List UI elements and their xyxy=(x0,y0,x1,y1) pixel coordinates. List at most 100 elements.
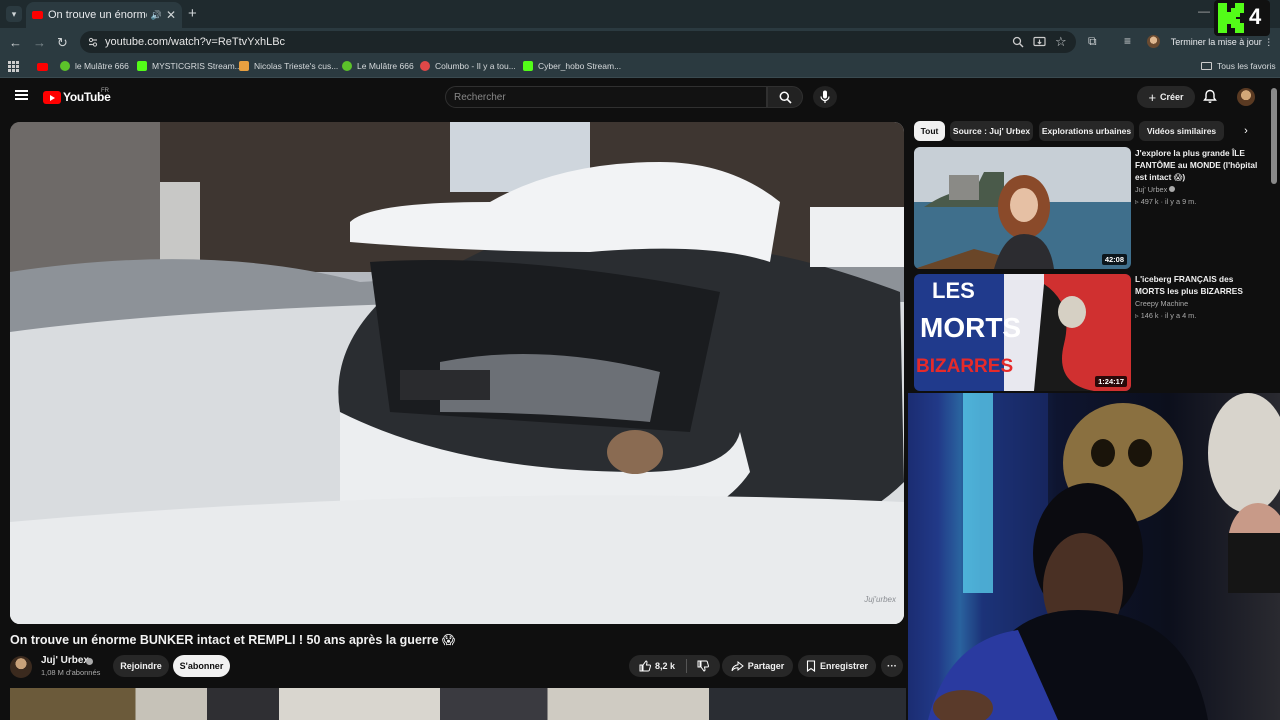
dislike-button[interactable] xyxy=(688,655,718,677)
bookmark-item[interactable]: Le Mulâtre 666 xyxy=(342,61,414,71)
bookmark-label: Cyber_hobo Stream... xyxy=(538,61,622,71)
all-bookmarks-folder[interactable]: Tous les favoris xyxy=(1201,61,1276,71)
save-label: Enregistrer xyxy=(819,661,869,671)
youtube-bookmark-icon[interactable] xyxy=(37,63,48,71)
chevron-right-icon[interactable]: › xyxy=(1237,122,1255,140)
microphone-icon xyxy=(820,90,830,103)
voice-search-button[interactable] xyxy=(813,86,837,108)
video-frame-snowy-car xyxy=(10,122,904,624)
recommendation-meta-label: 146 k · il y a 4 m. xyxy=(1140,311,1197,320)
chip-all[interactable]: Tout xyxy=(914,121,945,141)
media-controls-icon[interactable]: ≡ xyxy=(1124,34,1131,48)
like-divider xyxy=(686,659,687,673)
forward-icon[interactable]: → xyxy=(33,35,46,50)
account-avatar[interactable] xyxy=(1237,88,1255,106)
kebab-menu-icon[interactable]: ⋮ xyxy=(1264,37,1273,48)
kick-icon xyxy=(523,61,533,71)
share-arrow-icon xyxy=(731,660,744,671)
recommendation-channel-label: Juj' Urbex xyxy=(1135,185,1168,194)
kick-k-icon xyxy=(1218,3,1244,33)
update-button-label: Terminer la mise à jour xyxy=(1170,37,1262,47)
bookmark-favicon-icon xyxy=(239,61,249,71)
bookmark-label: Nicolas Trieste's cus... xyxy=(254,61,339,71)
stream-indicator-icon: ▹ xyxy=(1135,311,1139,320)
bookmark-label: Le Mulâtre 666 xyxy=(357,61,414,71)
zoom-icon[interactable] xyxy=(1012,36,1024,48)
youtube-favicon-icon xyxy=(32,11,43,19)
join-button[interactable]: Rejoindre xyxy=(113,655,169,677)
recommendation-title[interactable]: L'iceberg FRANÇAIS des MORTS les plus BI… xyxy=(1135,273,1260,297)
recommendation-channel[interactable]: Juj' Urbex xyxy=(1135,185,1176,194)
verified-badge-icon xyxy=(1169,186,1176,192)
create-button-label: Créer xyxy=(1160,92,1184,102)
create-button[interactable]: + Créer xyxy=(1137,86,1195,108)
thumbs-up-icon xyxy=(639,660,651,672)
page-scrollbar[interactable] xyxy=(1271,88,1277,184)
extensions-icon[interactable]: ⧉ xyxy=(1088,34,1097,49)
close-tab-icon[interactable]: ✕ xyxy=(166,8,176,22)
video-watermark: Juj'urbex xyxy=(864,595,896,604)
recommendation-title[interactable]: J'explore la plus grande ÎLE FANTÔME au … xyxy=(1135,147,1260,183)
subscriber-count: 1,08 M d'abonnés xyxy=(41,668,101,677)
description-thumbnail-strip xyxy=(10,688,906,720)
tab-search-icon[interactable]: ▾ xyxy=(6,6,22,22)
back-icon[interactable]: ← xyxy=(9,35,22,50)
save-button[interactable]: Enregistrer xyxy=(798,655,876,677)
video-duration: 1:24:17 xyxy=(1095,376,1127,387)
search-button[interactable] xyxy=(767,86,803,108)
search-input[interactable] xyxy=(454,89,754,105)
notifications-bell-icon[interactable] xyxy=(1203,89,1217,104)
bookmark-item[interactable]: MYSTICGRIS Stream... xyxy=(137,61,242,71)
thumbnail-text: LES xyxy=(932,278,975,303)
kick-channel-logo: 4 xyxy=(1214,0,1270,36)
all-bookmarks-label: Tous les favoris xyxy=(1217,61,1276,71)
channel-avatar[interactable] xyxy=(10,656,32,678)
new-tab-icon[interactable]: + xyxy=(188,5,197,22)
browser-tab[interactable]: On trouve un énorme BUNKER 🔊 ✕ xyxy=(26,2,182,28)
chip-source-channel[interactable]: Source : Juj' Urbex xyxy=(950,121,1033,141)
site-settings-icon[interactable] xyxy=(87,36,99,48)
bookmark-star-icon[interactable]: ☆ xyxy=(1055,34,1067,50)
rumble-icon xyxy=(342,61,352,71)
recommendation-meta-label: 497 k · il y a 9 m. xyxy=(1140,197,1197,206)
reload-icon[interactable]: ↻ xyxy=(57,35,68,51)
webcam-feed xyxy=(908,393,1280,720)
thumbs-down-icon xyxy=(697,660,709,672)
search-icon xyxy=(779,91,792,104)
apps-grid-icon[interactable] xyxy=(8,61,19,72)
install-app-icon[interactable] xyxy=(1033,36,1046,48)
minimize-icon[interactable]: — xyxy=(1198,4,1210,18)
tab-title: On trouve un énorme BUNKER xyxy=(48,9,147,21)
recommendation-meta: ▹ 497 k · il y a 9 m. xyxy=(1135,197,1196,206)
bookmark-favicon-icon xyxy=(420,61,430,71)
youtube-logo-icon[interactable] xyxy=(43,91,61,104)
bookmark-item[interactable]: Nicolas Trieste's cus... xyxy=(239,61,338,71)
more-actions-button[interactable]: ··· xyxy=(881,655,903,677)
bookmark-label: le Mulâtre 666 xyxy=(75,61,129,71)
subscribe-button[interactable]: S'abonner xyxy=(173,655,230,677)
recommendation-thumbnail[interactable]: 42:08 xyxy=(914,147,1131,269)
url-text[interactable]: youtube.com/watch?v=ReTtvYxhLBc xyxy=(105,36,285,48)
hamburger-menu-icon[interactable] xyxy=(15,90,28,100)
video-player[interactable]: Juj'urbex xyxy=(10,122,904,624)
like-button[interactable]: 8,2 k xyxy=(629,655,685,677)
stream-indicator-icon: ▹ xyxy=(1135,197,1139,206)
recommendation-thumbnail[interactable]: LES MORTS BIZARRES 1:24:17 xyxy=(914,274,1131,391)
bookmark-item[interactable]: le Mulâtre 666 xyxy=(60,61,129,71)
rumble-icon xyxy=(60,61,70,71)
bookmark-label: MYSTICGRIS Stream... xyxy=(152,61,242,71)
video-title: On trouve un énorme BUNKER intact et REM… xyxy=(10,633,456,647)
region-code: FR xyxy=(101,88,109,94)
plus-icon: + xyxy=(1148,89,1157,105)
share-button[interactable]: Partager xyxy=(722,655,793,677)
channel-name[interactable]: Juj' Urbex xyxy=(41,655,89,666)
profile-avatar-icon[interactable] xyxy=(1147,35,1160,48)
folder-icon xyxy=(1201,62,1212,70)
speaker-icon[interactable]: 🔊 xyxy=(151,10,162,21)
bookmark-label: Columbo - Il y a tou... xyxy=(435,61,516,71)
bookmark-item[interactable]: Cyber_hobo Stream... xyxy=(523,61,621,71)
chip-urban-exploration[interactable]: Explorations urbaines xyxy=(1039,121,1134,141)
recommendation-channel[interactable]: Creepy Machine xyxy=(1135,299,1188,308)
chip-similar-videos[interactable]: Vidéos similaires xyxy=(1139,121,1224,141)
bookmark-item[interactable]: Columbo - Il y a tou... xyxy=(420,61,516,71)
